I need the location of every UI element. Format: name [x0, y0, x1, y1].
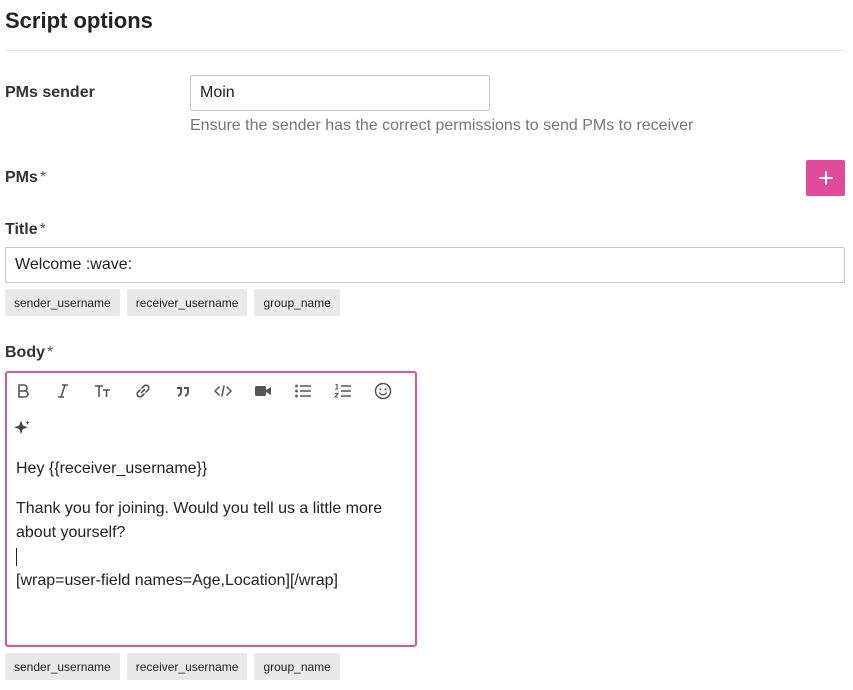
title-input[interactable]: Welcome :wave: [5, 247, 845, 283]
add-pm-button[interactable] [806, 160, 845, 196]
bold-button[interactable] [9, 377, 37, 405]
body-text-area[interactable]: Hey {{receiver_username}} Thank you for … [16, 457, 406, 593]
title-label: Title * [5, 221, 46, 239]
heading-icon [95, 385, 110, 397]
video-button[interactable] [249, 377, 277, 405]
emoji-button[interactable] [369, 377, 397, 405]
video-icon [255, 386, 271, 396]
code-icon [214, 385, 232, 397]
chip-sender-username[interactable]: sender_username [5, 289, 120, 316]
pms-label-text: PMs [5, 169, 38, 186]
bullet-list-button[interactable] [289, 377, 317, 405]
text-caret [16, 545, 406, 569]
body-label: Body * [5, 344, 53, 362]
body-line-wrap: [wrap=user-field names=Age,Location][/wr… [16, 572, 338, 589]
required-mark: * [39, 169, 47, 186]
chip-receiver-username[interactable]: receiver_username [126, 653, 248, 680]
title-divider [5, 50, 845, 51]
pms-sender-label: PMs sender [5, 84, 95, 101]
title-label-text: Title [5, 221, 38, 238]
body-editor[interactable]: Hey {{receiver_username}} Thank you for … [5, 371, 417, 647]
chip-sender-username[interactable]: sender_username [5, 653, 120, 680]
required-mark: * [47, 344, 54, 361]
italic-button[interactable] [49, 377, 77, 405]
body-label-text: Body [5, 344, 45, 361]
heading-button[interactable] [89, 377, 117, 405]
italic-icon [58, 384, 68, 398]
chip-group-name[interactable]: group_name [254, 289, 340, 316]
body-line-greeting: Hey {{receiver_username}} [16, 460, 208, 477]
emoji-icon [374, 382, 392, 400]
plus-icon [818, 171, 833, 185]
pms-label: PMs * [5, 169, 46, 187]
quote-icon [177, 387, 189, 397]
sparkle-icon [14, 420, 30, 435]
required-mark: * [39, 221, 46, 238]
ai-helper-button[interactable] [8, 414, 36, 442]
numbered-list-button[interactable] [329, 377, 357, 405]
title-placeholder-chips: sender_username receiver_username group_… [5, 289, 340, 316]
pms-sender-hint: Ensure the sender has the correct permis… [190, 117, 694, 134]
quote-button[interactable] [169, 377, 197, 405]
body-line-question: Thank you for joining. Would you tell us… [16, 500, 383, 541]
link-icon [136, 384, 150, 398]
bold-icon [18, 384, 29, 398]
page-title: Script options [5, 8, 153, 33]
body-placeholder-chips: sender_username receiver_username group_… [5, 653, 340, 680]
title-value: Welcome :wave: [15, 256, 133, 273]
pms-sender-value: Moin [200, 84, 235, 101]
numbered-list-icon [334, 383, 351, 398]
pms-sender-input[interactable]: Moin [190, 75, 490, 111]
bullet-list-icon [295, 384, 311, 398]
link-button[interactable] [129, 377, 157, 405]
chip-receiver-username[interactable]: receiver_username [126, 289, 248, 316]
code-button[interactable] [209, 377, 237, 405]
chip-group-name[interactable]: group_name [254, 653, 340, 680]
